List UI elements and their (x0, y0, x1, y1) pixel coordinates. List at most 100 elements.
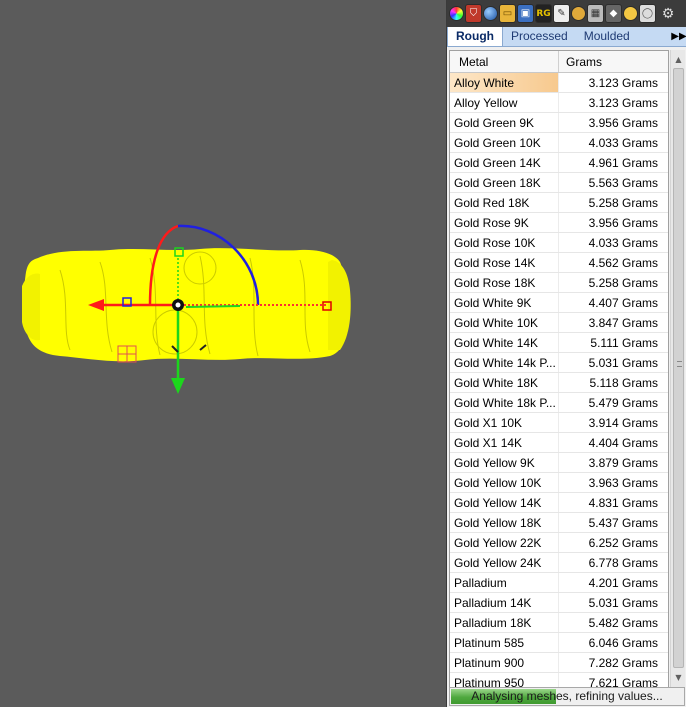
metal-cell: Platinum 950 (450, 673, 559, 687)
metal-cell: Gold White 14K (450, 333, 559, 352)
grams-cell: 3.963 Grams (588, 476, 658, 490)
grams-cell: 7.282 Grams (588, 656, 658, 670)
sphere-icon[interactable] (483, 6, 498, 21)
table-row[interactable]: Gold Yellow 24K 6.778 Grams (450, 553, 668, 573)
shield-icon[interactable]: ⛉ (465, 4, 482, 23)
table-row[interactable]: Gold Green 18K 5.563 Grams (450, 173, 668, 193)
grams-cell: 4.404 Grams (588, 436, 658, 450)
grams-cell: 4.831 Grams (588, 496, 658, 510)
table-row[interactable]: Gold White 18k P... 5.479 Grams (450, 393, 668, 413)
table-row[interactable]: Platinum 585 6.046 Grams (450, 633, 668, 653)
metal-cell: Gold Green 18K (450, 173, 559, 192)
metal-cell: Palladium (450, 573, 559, 592)
tab-rough[interactable]: Rough (447, 27, 503, 46)
column-header-grams[interactable]: Grams (559, 51, 668, 72)
metal-cell: Gold White 18K (450, 373, 559, 392)
table-row[interactable]: Gold Green 10K 4.033 Grams (450, 133, 668, 153)
image-icon[interactable]: ▣ (517, 4, 534, 23)
tab-moulded[interactable]: Moulded (576, 27, 638, 46)
gold-coin-icon[interactable] (623, 6, 638, 21)
table-row[interactable]: Platinum 900 7.282 Grams (450, 653, 668, 673)
table-row[interactable]: Gold Yellow 10K 3.963 Grams (450, 473, 668, 493)
table-row[interactable]: Gold Rose 9K 3.956 Grams (450, 213, 668, 233)
metal-cell: Gold Yellow 14K (450, 493, 559, 512)
panel-toolbar: ⛉ ▭ ▣ RG ✎ ▦ ◆ ◯ ⚙ (447, 0, 686, 27)
grams-cell: 4.562 Grams (588, 256, 658, 270)
table-row[interactable]: Alloy Yellow 3.123 Grams (450, 93, 668, 113)
scrollbar-grip (677, 361, 682, 367)
grams-cell: 6.252 Grams (588, 536, 658, 550)
grams-cell: 7.621 Grams (588, 676, 658, 688)
table-row[interactable]: Gold X1 14K 4.404 Grams (450, 433, 668, 453)
table-row[interactable]: Platinum 950 7.621 Grams (450, 673, 668, 688)
grams-cell: 4.033 Grams (588, 236, 658, 250)
metal-cell: Gold Red 18K (450, 193, 559, 212)
grams-cell: 5.563 Grams (588, 176, 658, 190)
table-row[interactable]: Alloy White 3.123 Grams (450, 73, 668, 93)
table-row[interactable]: Gold White 14k P... 5.031 Grams (450, 353, 668, 373)
metal-cell: Gold X1 14K (450, 433, 559, 452)
column-header-metal[interactable]: Metal (450, 51, 560, 72)
y-axis-arrow-icon[interactable] (171, 378, 185, 394)
folder-icon[interactable]: ▭ (499, 4, 516, 23)
status-progress-bar: Analysing meshes, refining values... (449, 687, 685, 706)
metal-weight-table[interactable]: Metal Grams Alloy White 3.123 Grams Alloy … (449, 50, 669, 688)
grams-cell: 5.482 Grams (588, 616, 658, 630)
settings-icon[interactable]: ⚙ (659, 4, 677, 23)
status-text: Analysing meshes, refining values... (471, 689, 663, 703)
grams-cell: 5.479 Grams (588, 396, 658, 410)
metal-cell: Gold Rose 9K (450, 213, 559, 232)
scroll-down-arrow-icon[interactable]: ▼ (671, 670, 686, 686)
table-row[interactable]: Gold White 9K 4.407 Grams (450, 293, 668, 313)
viewport-canvas[interactable] (0, 0, 446, 707)
coin-icon[interactable] (571, 6, 586, 21)
grams-cell: 5.118 Grams (589, 376, 658, 390)
table-row[interactable]: Palladium 18K 5.482 Grams (450, 613, 668, 633)
grams-cell: 5.111 Grams (590, 336, 658, 350)
grams-cell: 5.258 Grams (588, 196, 658, 210)
metal-cell: Gold Rose 14K (450, 253, 559, 272)
diamond-icon[interactable]: ◆ (605, 4, 622, 23)
table-scrollbar[interactable]: ▲ ▼ (670, 50, 685, 688)
tab-processed[interactable]: Processed (503, 27, 576, 46)
table-row[interactable]: Gold Rose 14K 4.562 Grams (450, 253, 668, 273)
ring-icon[interactable]: ◯ (639, 4, 656, 23)
metal-cell: Gold White 10K (450, 313, 559, 332)
double-right-arrow-icon[interactable]: ▶▶ (671, 27, 686, 46)
grams-cell: 5.437 Grams (588, 516, 658, 530)
grams-cell: 5.031 Grams (588, 596, 658, 610)
table-row[interactable]: Gold Yellow 9K 3.879 Grams (450, 453, 668, 473)
table-row[interactable]: Gold Yellow 18K 5.437 Grams (450, 513, 668, 533)
metal-cell: Gold White 14k P... (450, 353, 559, 372)
metal-cell: Gold Green 9K (450, 113, 559, 132)
metal-cell: Gold Yellow 24K (450, 553, 559, 572)
table-row[interactable]: Palladium 14K 5.031 Grams (450, 593, 668, 613)
table-row[interactable]: Gold White 18K 5.118 Grams (450, 373, 668, 393)
compass-icon[interactable]: ✎ (553, 4, 570, 23)
table-row[interactable]: Gold White 10K 3.847 Grams (450, 313, 668, 333)
3d-viewport[interactable] (0, 0, 446, 707)
metal-cell: Gold Rose 18K (450, 273, 559, 292)
table-row[interactable]: Gold Rose 18K 5.258 Grams (450, 273, 668, 293)
table-row[interactable]: Gold Red 18K 5.258 Grams (450, 193, 668, 213)
rg-icon[interactable]: RG (535, 4, 552, 23)
table-row[interactable]: Gold Yellow 14K 4.831 Grams (450, 493, 668, 513)
scrollbar-thumb[interactable] (673, 68, 684, 668)
grams-cell: 6.046 Grams (588, 636, 658, 650)
table-row[interactable]: Palladium 4.201 Grams (450, 573, 668, 593)
xz-plane-handle[interactable] (185, 305, 241, 308)
scroll-up-arrow-icon[interactable]: ▲ (671, 52, 686, 68)
metal-cell: Alloy Yellow (450, 93, 559, 112)
calculator-icon[interactable]: ▦ (587, 4, 604, 23)
table-row[interactable]: Gold Green 9K 3.956 Grams (450, 113, 668, 133)
table-row[interactable]: Gold Green 14K 4.961 Grams (450, 153, 668, 173)
metal-cell: Gold Rose 10K (450, 233, 559, 252)
metal-cell: Palladium 14K (450, 593, 559, 612)
color-wheel-icon[interactable] (449, 6, 464, 21)
table-row[interactable]: Gold Yellow 22K 6.252 Grams (450, 533, 668, 553)
grams-cell: 3.879 Grams (588, 456, 658, 470)
table-row[interactable]: Gold Rose 10K 4.033 Grams (450, 233, 668, 253)
table-row[interactable]: Gold White 14K 5.111 Grams (450, 333, 668, 353)
tab-strip: Rough Processed Moulded ▶▶ (447, 27, 686, 47)
table-row[interactable]: Gold X1 10K 3.914 Grams (450, 413, 668, 433)
